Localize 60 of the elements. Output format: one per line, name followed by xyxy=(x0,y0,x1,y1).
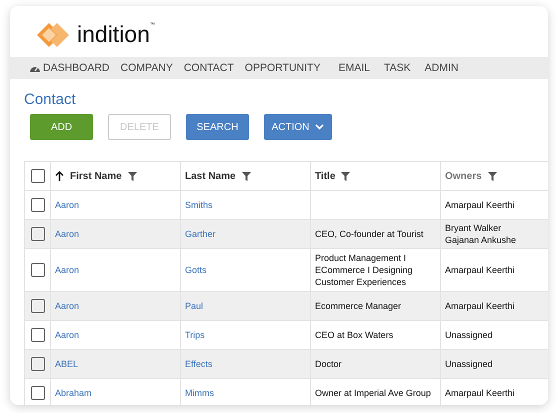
first-name-link[interactable]: Aaron xyxy=(55,229,80,239)
first-name-link[interactable]: ABEL xyxy=(55,359,78,369)
last-name-link[interactable]: Trips xyxy=(185,330,205,340)
title-cell-text: Doctor xyxy=(315,358,343,371)
filter-icon[interactable] xyxy=(341,172,350,180)
row-checkbox[interactable] xyxy=(30,328,44,342)
last-name-link[interactable]: Smiths xyxy=(185,200,213,210)
owner-name: Bryant Walker xyxy=(445,222,502,234)
toolbar-button[interactable]: ADD xyxy=(30,114,93,140)
row-checkbox[interactable] xyxy=(30,299,44,313)
row-checkbox[interactable] xyxy=(30,227,44,241)
nav-item[interactable]: ADMIN xyxy=(424,62,458,74)
sort-up-arrow-icon xyxy=(55,171,64,181)
select-all-checkbox[interactable] xyxy=(30,169,44,183)
column-header[interactable]: Last Name xyxy=(185,170,236,182)
last-name-link[interactable]: Mimms xyxy=(185,388,214,398)
title-cell-text: CEO at Box Waters xyxy=(315,329,394,342)
row-checkbox[interactable] xyxy=(30,386,44,400)
last-name-link[interactable]: Effects xyxy=(185,359,212,369)
row-checkbox[interactable] xyxy=(30,263,44,277)
owner-name: Gajanan Ankushe xyxy=(445,234,518,246)
chevron-down-icon xyxy=(315,124,324,130)
first-name-link[interactable]: Aaron xyxy=(55,265,80,275)
owner-name: Amarpaul Keerthi xyxy=(445,300,516,312)
column-header[interactable]: Title xyxy=(315,170,336,182)
nav-item[interactable]: OPPORTUNITY xyxy=(244,62,320,74)
page-title: Contact xyxy=(24,91,77,108)
dropdown-button[interactable]: ACTION xyxy=(264,114,332,140)
filter-icon[interactable] xyxy=(488,172,497,180)
column-header[interactable]: First Name xyxy=(70,170,122,182)
nav-item[interactable]: CONTACT xyxy=(184,62,234,74)
nav-item[interactable]: TASK xyxy=(384,62,411,74)
first-name-link[interactable]: Aaron xyxy=(55,301,80,311)
column-header[interactable]: Owners xyxy=(445,170,482,182)
toolbar-button[interactable]: SEARCH xyxy=(186,114,249,140)
nav-item[interactable]: EMAIL xyxy=(338,62,370,74)
row-checkbox[interactable] xyxy=(30,357,44,371)
filter-icon[interactable] xyxy=(242,172,251,180)
logo-text: indition$^{™}$ xyxy=(77,23,155,46)
first-name-link[interactable]: Aaron xyxy=(55,200,80,210)
first-name-link[interactable]: Aaron xyxy=(55,330,80,340)
owner-name: Unassigned xyxy=(445,329,494,341)
logo-diamond-icon xyxy=(37,22,71,46)
last-name-link[interactable]: Garther xyxy=(185,229,216,239)
owner-name: Amarpaul Keerthi xyxy=(445,387,516,399)
gauge-icon xyxy=(30,64,40,72)
nav-item[interactable]: DASHBOARD xyxy=(30,62,110,74)
title-cell-text: Product Management I ECommerce I Designing Customer Experiences xyxy=(315,252,414,289)
nav-item[interactable]: COMPANY xyxy=(120,62,173,74)
owner-name: Amarpaul Keerthi xyxy=(445,199,516,211)
owner-name: Unassigned xyxy=(445,358,494,370)
title-cell-text: CEO, Co-founder at Tourist xyxy=(315,228,424,241)
last-name-link[interactable]: Gotts xyxy=(185,265,207,275)
last-name-link[interactable]: Paul xyxy=(185,301,204,311)
row-checkbox[interactable] xyxy=(30,198,44,212)
title-cell-text: Ecommerce Manager xyxy=(315,300,402,313)
owner-name: Amarpaul Keerthi xyxy=(445,264,516,276)
title-cell-text: Owner at Imperial Ave Group xyxy=(315,387,432,400)
filter-icon[interactable] xyxy=(128,172,137,180)
first-name-link[interactable]: Abraham xyxy=(55,388,92,398)
